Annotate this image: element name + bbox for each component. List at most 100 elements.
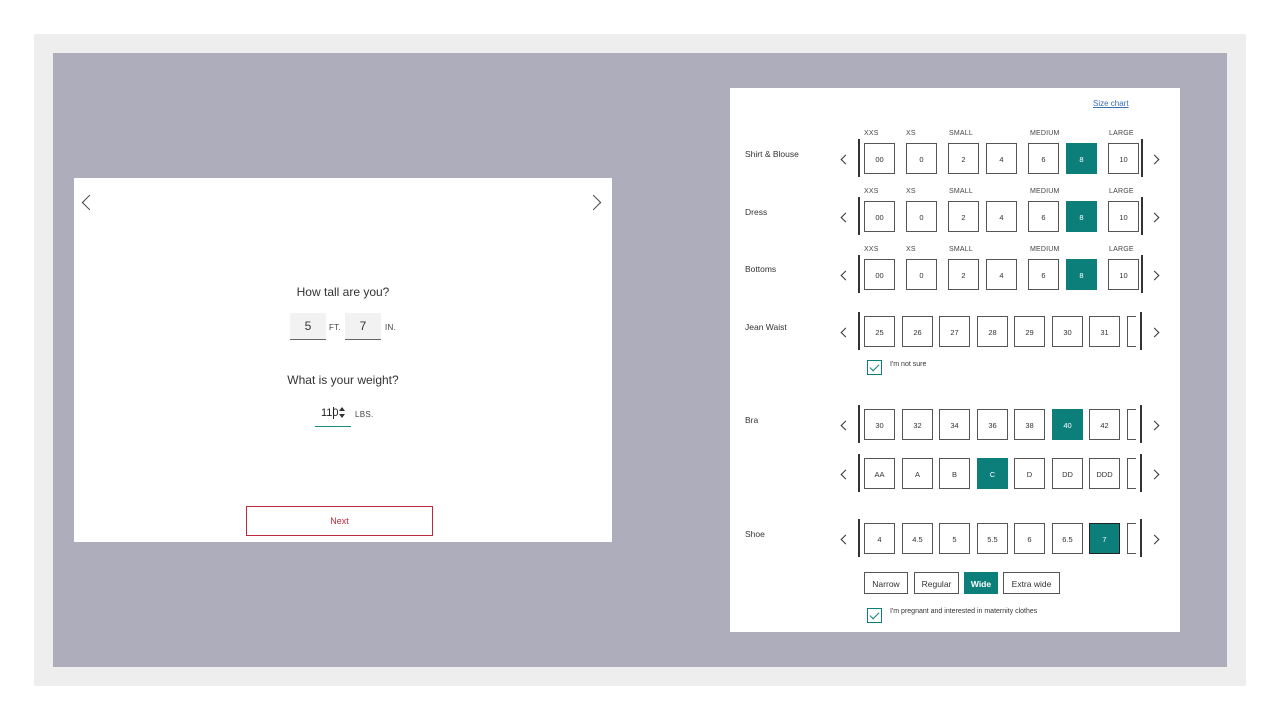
dress-sizes-option[interactable]: 4 bbox=[986, 201, 1017, 232]
jean-sizes-option[interactable]: 31 bbox=[1089, 316, 1120, 347]
bottoms-label: Bottoms bbox=[745, 264, 777, 274]
shoe-sizes-more-option[interactable] bbox=[1127, 523, 1136, 554]
shirt-sizes-option[interactable]: 10 bbox=[1108, 143, 1139, 174]
bottoms-sizes-option[interactable]: 8 bbox=[1066, 259, 1097, 290]
bra-cups-option[interactable]: C bbox=[977, 458, 1008, 489]
shoe-right-divider bbox=[1140, 519, 1142, 557]
next-button[interactable]: Next bbox=[246, 506, 433, 536]
height-question: How tall are you? bbox=[296, 285, 390, 299]
shoe-width-narrow-button[interactable]: Narrow bbox=[864, 572, 908, 594]
bottoms-sizes-option[interactable]: 2 bbox=[948, 259, 979, 290]
jean-sizes-option[interactable]: 28 bbox=[977, 316, 1008, 347]
bra-cups-option[interactable]: DDD bbox=[1089, 458, 1120, 489]
bra-cups-option[interactable]: A bbox=[902, 458, 933, 489]
jean-sizes-option[interactable]: 26 bbox=[902, 316, 933, 347]
dress-sizes-option[interactable]: 8 bbox=[1066, 201, 1097, 232]
shirt-sizes-option[interactable]: 4 bbox=[986, 143, 1017, 174]
number-spinner-icon[interactable] bbox=[338, 407, 348, 421]
bra-bands-next-arrow-icon[interactable] bbox=[1149, 420, 1160, 431]
bra-bands-option[interactable]: 38 bbox=[1014, 409, 1045, 440]
maternity-checkbox[interactable] bbox=[867, 608, 882, 623]
shirt-sizes-option[interactable]: 0 bbox=[906, 143, 937, 174]
bottoms-left-divider bbox=[858, 255, 860, 293]
bra-bands-option[interactable]: 30 bbox=[864, 409, 895, 440]
dress-sizes-option[interactable]: 00 bbox=[864, 201, 895, 232]
height-inches-input[interactable]: 7 bbox=[345, 313, 381, 340]
bra-cups-prev-arrow-icon[interactable] bbox=[840, 469, 851, 480]
shoe-sizes-prev-arrow-icon[interactable] bbox=[840, 534, 851, 545]
dress-sizes-option[interactable]: 6 bbox=[1028, 201, 1059, 232]
jean-sizes-option[interactable]: 25 bbox=[864, 316, 895, 347]
bra-cups-more-option[interactable] bbox=[1127, 458, 1136, 489]
weight-input[interactable]: 110 bbox=[315, 400, 351, 427]
height-feet-input[interactable]: 5 bbox=[290, 313, 326, 340]
shoe-label: Shoe bbox=[745, 529, 765, 539]
dress-scale-medium: MEDIUM bbox=[1030, 188, 1060, 195]
shoe-sizes-next-arrow-icon[interactable] bbox=[1149, 534, 1160, 545]
bottoms-sizes-option[interactable]: 10 bbox=[1108, 259, 1139, 290]
bottoms-scale-small: SMALL bbox=[949, 246, 973, 253]
shirt-sizes-next-arrow-icon[interactable] bbox=[1149, 154, 1160, 165]
shirt-left-divider bbox=[858, 139, 860, 177]
jean-sizes-more-option[interactable] bbox=[1127, 316, 1136, 347]
shoe-sizes-option[interactable]: 7 bbox=[1089, 523, 1120, 554]
jean-right-divider bbox=[1140, 312, 1142, 350]
bottoms-sizes-option[interactable]: 0 bbox=[906, 259, 937, 290]
shoe-width-wide-button[interactable]: Wide bbox=[964, 572, 998, 594]
dress-sizes-option[interactable]: 10 bbox=[1108, 201, 1139, 232]
shirt-scale-xs: XS bbox=[906, 130, 916, 137]
bottoms-sizes-option[interactable]: 00 bbox=[864, 259, 895, 290]
bra-cups-option[interactable]: B bbox=[939, 458, 970, 489]
shirt-scale-xxs: XXS bbox=[864, 130, 879, 137]
bra-bands-more-option[interactable] bbox=[1127, 409, 1136, 440]
shoe-width-regular-button[interactable]: Regular bbox=[914, 572, 959, 594]
jean-sizes-option[interactable]: 30 bbox=[1052, 316, 1083, 347]
shirt-sizes-option[interactable]: 2 bbox=[948, 143, 979, 174]
bra-bands-option[interactable]: 42 bbox=[1089, 409, 1120, 440]
dress-sizes-option[interactable]: 0 bbox=[906, 201, 937, 232]
feet-unit: FT. bbox=[329, 323, 342, 332]
bottoms-sizes-option[interactable]: 6 bbox=[1028, 259, 1059, 290]
bra-cups-next-arrow-icon[interactable] bbox=[1149, 469, 1160, 480]
bra-cups-option[interactable]: DD bbox=[1052, 458, 1083, 489]
shoe-sizes-option[interactable]: 5 bbox=[939, 523, 970, 554]
height-weight-card: How tall are you? 5 FT. 7 IN. What is yo… bbox=[74, 178, 612, 542]
jean-not-sure-checkbox[interactable] bbox=[867, 360, 882, 375]
jean-sizes-option[interactable]: 27 bbox=[939, 316, 970, 347]
bra-cups-option[interactable]: D bbox=[1014, 458, 1045, 489]
bottoms-sizes-prev-arrow-icon[interactable] bbox=[840, 270, 851, 281]
shoe-width-extra-wide-button[interactable]: Extra wide bbox=[1003, 572, 1060, 594]
jean-not-sure-label: I'm not sure bbox=[890, 361, 927, 368]
bra-left-divider bbox=[858, 405, 860, 443]
dress-sizes-option[interactable]: 2 bbox=[948, 201, 979, 232]
chevron-right-icon[interactable] bbox=[585, 194, 602, 211]
chevron-left-icon[interactable] bbox=[81, 194, 98, 211]
shoe-sizes-option[interactable]: 6.5 bbox=[1052, 523, 1083, 554]
jean-sizes-option[interactable]: 29 bbox=[1014, 316, 1045, 347]
shoe-sizes-option[interactable]: 4 bbox=[864, 523, 895, 554]
bra-bands-prev-arrow-icon[interactable] bbox=[840, 420, 851, 431]
dress-scale-large: LARGE bbox=[1109, 188, 1134, 195]
bra-bands-option[interactable]: 36 bbox=[977, 409, 1008, 440]
bra-bands-option[interactable]: 34 bbox=[939, 409, 970, 440]
shoe-sizes-option[interactable]: 4.5 bbox=[902, 523, 933, 554]
bottoms-sizes-option[interactable]: 4 bbox=[986, 259, 1017, 290]
dress-sizes-next-arrow-icon[interactable] bbox=[1149, 212, 1160, 223]
shirt-sizes-option[interactable]: 6 bbox=[1028, 143, 1059, 174]
jean-sizes-prev-arrow-icon[interactable] bbox=[840, 327, 851, 338]
bottoms-sizes-next-arrow-icon[interactable] bbox=[1149, 270, 1160, 281]
shirt-sizes-prev-arrow-icon[interactable] bbox=[840, 154, 851, 165]
bra-cups-option[interactable]: AA bbox=[864, 458, 895, 489]
jean-sizes-next-arrow-icon[interactable] bbox=[1149, 327, 1160, 338]
shirt-sizes-option[interactable]: 8 bbox=[1066, 143, 1097, 174]
size-chart-link[interactable]: Size chart bbox=[1093, 99, 1129, 108]
shirt-sizes-option[interactable]: 00 bbox=[864, 143, 895, 174]
shoe-sizes-option[interactable]: 6 bbox=[1014, 523, 1045, 554]
dress-sizes-prev-arrow-icon[interactable] bbox=[840, 212, 851, 223]
bottoms-scale-xs: XS bbox=[906, 246, 916, 253]
shoe-sizes-option[interactable]: 5.5 bbox=[977, 523, 1008, 554]
weight-unit: LBS. bbox=[355, 410, 374, 419]
bra-bands-option[interactable]: 40 bbox=[1052, 409, 1083, 440]
shirt-scale-large: LARGE bbox=[1109, 130, 1134, 137]
bra-bands-option[interactable]: 32 bbox=[902, 409, 933, 440]
